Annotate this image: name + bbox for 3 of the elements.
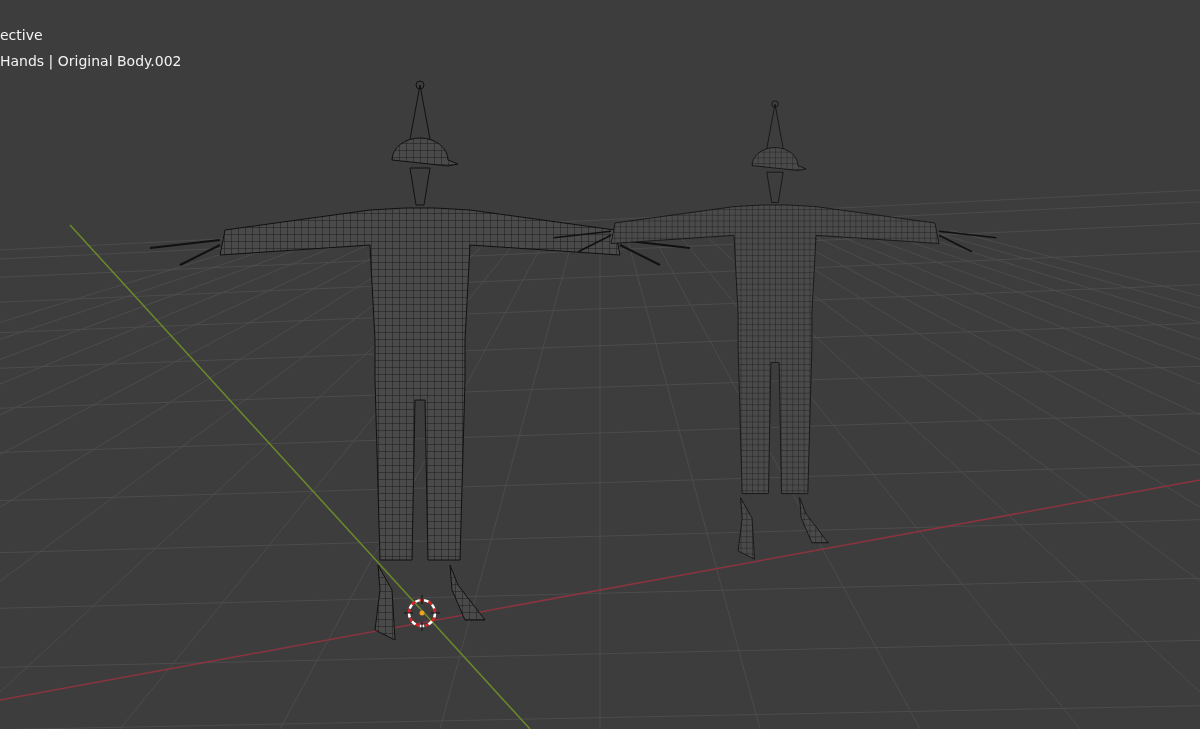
object-label: Hands | Original Body.002 [0,52,182,71]
3d-cursor-icon [403,594,441,632]
view-label: ective [0,26,43,45]
